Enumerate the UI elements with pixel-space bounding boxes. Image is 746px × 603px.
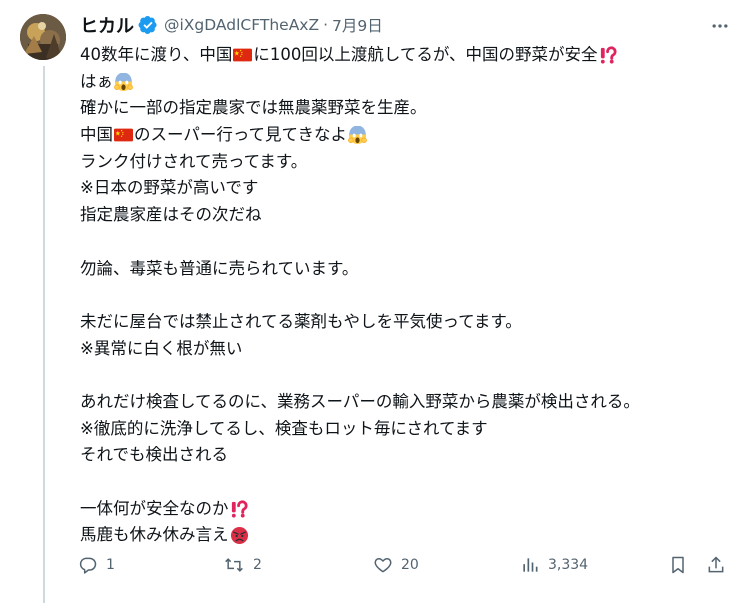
text-segment: に100回以上渡航してるが、中国の野菜が安全 [253, 45, 598, 64]
tweet-date[interactable]: 7月9日 [332, 14, 383, 36]
share-button[interactable] [706, 552, 726, 578]
text-segment: 勿論、毒菜も普通に売られています。 [80, 258, 359, 278]
text-line: 一体何が安全なのか [80, 496, 730, 523]
scream-face-icon [348, 125, 367, 145]
bookmark-icon [672, 556, 684, 574]
text-line: 勿論、毒菜も普通に売られています。 [80, 256, 730, 283]
reply-count: 1 [106, 557, 115, 573]
text-line: 指定農家産はその次だね [80, 202, 730, 229]
text-segment: 40数年に渡り、中国 [80, 45, 233, 64]
more-options-button[interactable] [708, 14, 732, 38]
thread-line [43, 66, 45, 603]
text-line: 中国 のスーパー行って見てきなよ [80, 122, 730, 149]
text-segment: 未だに屋台では禁止されてる薬剤もやしを平気使ってます。 [80, 311, 522, 331]
user-handle[interactable]: @iXgDAdlCFTheAxZ [164, 16, 319, 34]
like-button[interactable]: 20 [373, 552, 419, 578]
text-line: ※日本の野菜が高いです [80, 175, 730, 202]
text-line: ※徹底的に洗浄してるし、検査もロット毎にされてます [80, 416, 730, 443]
views-icon [523, 558, 538, 572]
share-icon [708, 556, 724, 573]
text-line: ランク付けされて売ってます。 [80, 149, 730, 176]
avatar-image [20, 14, 66, 60]
text-line: 40数年に渡り、中国 に100回以上渡航してるが、中国の野菜が安全 [80, 42, 730, 69]
views-button[interactable]: 3,334 [520, 552, 588, 578]
scream-face-icon [114, 72, 133, 92]
text-line: 馬鹿も休み休み言え [80, 522, 730, 549]
display-name[interactable]: ヒカル [80, 12, 134, 38]
text-line: 確かに一部の指定農家では無農薬野菜を生産。 [80, 95, 730, 122]
text-segment: はぁ [80, 71, 113, 91]
china-flag-icon [233, 46, 253, 65]
text-segment: のスーパー行って見てきなよ [134, 125, 348, 145]
tweet-actions: 1 2 20 3,334 [78, 552, 728, 578]
text-line: ※異常に白く根が無い [80, 336, 730, 363]
text-segment: ※徹底的に洗浄してるし、検査もロット毎にされてます [80, 418, 488, 438]
bookmark-button[interactable] [668, 552, 688, 578]
text-segment: あれだけ検査してるのに、業務スーパーの輸入野菜から農薬が検出される。 [80, 391, 640, 411]
text-segment: 指定農家産はその次だね [80, 205, 262, 225]
reply-button[interactable]: 1 [78, 552, 115, 578]
retweet-count: 2 [253, 557, 262, 573]
text-segment: ※異常に白く根が無い [80, 338, 243, 358]
text-line: はぁ [80, 69, 730, 96]
more-icon [712, 24, 728, 28]
tweet-text: 40数年に渡り、中国 に100回以上渡航してるが、中国の野菜が安全 はぁ 確かに… [80, 42, 730, 549]
header-separator: · [323, 16, 329, 34]
verified-badge-icon [138, 15, 158, 35]
text-segment: ※日本の野菜が高いです [80, 178, 259, 198]
tweet-header: ヒカル @iXgDAdlCFTheAxZ · 7月9日 [80, 12, 726, 38]
views-count: 3,334 [548, 557, 589, 573]
reply-icon [79, 557, 97, 574]
text-segment: ランク付けされて売ってます。 [80, 151, 308, 171]
retweet-icon [225, 558, 243, 572]
text-segment: 馬鹿も休み休み言え [80, 525, 229, 545]
heart-icon [374, 558, 392, 573]
interrobang-icon [599, 46, 618, 65]
interrobang-icon [230, 499, 249, 519]
text-segment: 一体何が安全なのか [80, 498, 229, 518]
avatar[interactable] [20, 14, 66, 60]
china-flag-icon [114, 126, 133, 145]
text-line: それでも検出される [80, 442, 730, 469]
text-line: あれだけ検査してるのに、業務スーパーの輸入野菜から農薬が検出される。 [80, 389, 730, 416]
text-segment: それでも検出される [80, 445, 229, 465]
retweet-button[interactable]: 2 [223, 552, 262, 578]
text-segment: 確かに一部の指定農家では無農薬野菜を生産。 [80, 98, 427, 118]
text-segment: 中国 [80, 125, 113, 145]
like-count: 20 [401, 557, 419, 573]
angry-face-icon [230, 526, 249, 545]
text-line: 未だに屋台では禁止されてる薬剤もやしを平気使ってます。 [80, 309, 730, 336]
